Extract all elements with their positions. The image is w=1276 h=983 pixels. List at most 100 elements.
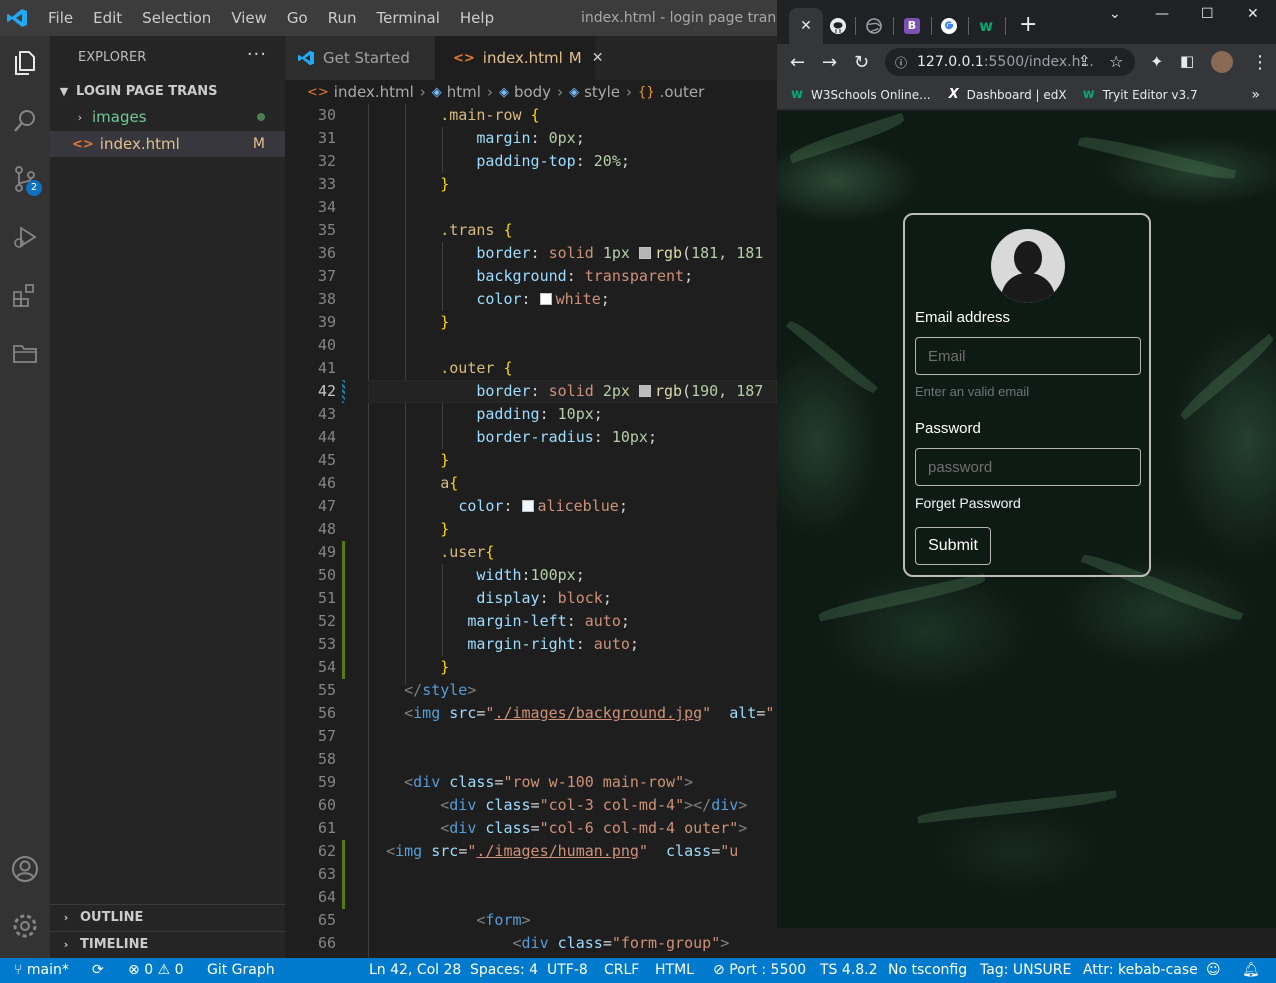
git-graph-button[interactable]: Git Graph xyxy=(207,958,275,983)
workspace-name: LOGIN PAGE TRANS xyxy=(76,83,218,99)
tag-case-status[interactable]: Tag: UNSURE xyxy=(980,958,1071,983)
menu-selection[interactable]: Selection xyxy=(132,0,221,36)
bookmark-edx[interactable]: X Dashboard | edX xyxy=(949,87,1067,102)
menu-help[interactable]: Help xyxy=(450,0,504,36)
extensions-puzzle-icon[interactable]: ✦ xyxy=(1150,52,1163,71)
code-line: 51 display: block; xyxy=(317,589,612,607)
code-line: 52 margin-left: auto; xyxy=(317,612,630,630)
breadcrumb-item-style[interactable]: style xyxy=(584,83,620,101)
sync-icon[interactable]: ⟳ xyxy=(92,958,104,983)
menu-edit[interactable]: Edit xyxy=(83,0,132,36)
forward-arrow-icon[interactable]: → xyxy=(822,52,837,73)
tab-index-html[interactable]: <> index.html M ✕ xyxy=(435,36,603,80)
tree-item-images-folder[interactable]: › images xyxy=(50,104,285,130)
w3schools-icon[interactable]: w xyxy=(976,16,996,36)
maximize-icon[interactable]: ☐ xyxy=(1201,6,1214,22)
menu-run[interactable]: Run xyxy=(318,0,367,36)
tab-modified-status: M xyxy=(568,49,582,67)
branch-name: main* xyxy=(26,962,69,978)
notifications-bell-icon[interactable]: 🔔︎ xyxy=(1242,958,1260,983)
breadcrumb-item-file[interactable]: index.html xyxy=(334,83,414,101)
tree-item-index-html[interactable]: <> index.html M xyxy=(50,131,285,157)
breadcrumb-item-body[interactable]: body xyxy=(514,83,551,101)
close-window-icon[interactable]: ✕ xyxy=(1247,6,1259,22)
language-mode[interactable]: HTML xyxy=(655,958,694,983)
code-line: 59 <div class="row w-100 main-row"> xyxy=(317,773,694,791)
email-input[interactable] xyxy=(915,337,1141,375)
menu-view[interactable]: View xyxy=(221,0,277,36)
branch-status[interactable]: ⑂ main* xyxy=(14,958,69,983)
source-control-icon[interactable]: 2 xyxy=(8,162,42,196)
tsconfig-status[interactable]: No tsconfig xyxy=(888,958,967,983)
color-swatch[interactable] xyxy=(638,247,651,259)
code-line: 35 .trans { xyxy=(317,221,513,239)
breadcrumb: <> index.html › ◈ html › ◈ body › ◈ styl… xyxy=(285,80,777,104)
address-bar[interactable]: ⓘ 127.0.0.1:5500/index.h... xyxy=(885,48,1135,76)
warning-count: 0 xyxy=(174,962,184,978)
background-leaf xyxy=(786,317,878,397)
back-arrow-icon[interactable]: ← xyxy=(790,52,805,73)
share-icon[interactable]: ⇪ xyxy=(1078,52,1091,70)
close-tab-icon[interactable]: ✕ xyxy=(800,18,812,34)
more-actions-icon[interactable]: ··· xyxy=(247,44,267,65)
password-input[interactable] xyxy=(915,448,1141,486)
cursor-position[interactable]: Ln 42, Col 28 xyxy=(369,958,461,983)
accounts-icon[interactable] xyxy=(8,852,42,886)
run-debug-icon[interactable] xyxy=(8,220,42,254)
bookmark-label: Dashboard | edX xyxy=(966,87,1067,102)
more-bookmarks-icon[interactable]: » xyxy=(1251,87,1260,103)
modified-dot-icon xyxy=(257,113,265,121)
browser-tab-active[interactable]: ✕ xyxy=(789,8,823,44)
bookmark-star-icon[interactable]: ☆ xyxy=(1109,52,1123,71)
feedback-icon[interactable]: ☺ xyxy=(1206,958,1221,983)
settings-gear-icon[interactable] xyxy=(8,909,42,943)
chevron-right-icon: › xyxy=(486,83,493,101)
info-icon[interactable]: ⓘ xyxy=(895,54,907,71)
typescript-version[interactable]: TS 4.8.2 xyxy=(820,958,878,983)
google-icon[interactable] xyxy=(939,16,959,36)
problems-status[interactable]: ⊗ 0 ⚠ 0 xyxy=(128,958,184,983)
breadcrumb-item-outer[interactable]: .outer xyxy=(660,83,705,101)
w3schools-icon: w xyxy=(1082,87,1095,102)
color-swatch[interactable] xyxy=(521,500,534,512)
outline-section[interactable]: › OUTLINE xyxy=(50,904,285,930)
new-tab-icon[interactable]: + xyxy=(1019,12,1037,37)
kebab-menu-icon[interactable]: ⋮ xyxy=(1251,52,1269,73)
color-swatch[interactable] xyxy=(539,293,552,305)
bookmark-w3schools[interactable]: w W3Schools Online... xyxy=(791,87,931,102)
explorer-icon[interactable] xyxy=(8,46,42,80)
indentation-status[interactable]: Spaces: 4 xyxy=(470,958,538,983)
live-server-status[interactable]: ⊘ Port : 5500 xyxy=(713,958,806,983)
menu-file[interactable]: File xyxy=(38,0,83,36)
workspace-section-header[interactable]: ▼ LOGIN PAGE TRANS xyxy=(56,80,285,102)
code-line: 62 <img src="./images/human.png" class="… xyxy=(317,842,739,860)
bootstrap-icon[interactable]: B xyxy=(902,16,922,36)
code-line: 53 margin-right: auto; xyxy=(317,635,639,653)
menu-go[interactable]: Go xyxy=(277,0,318,36)
profile-avatar[interactable] xyxy=(1211,51,1233,73)
chevron-right-icon: › xyxy=(557,83,564,101)
tab-get-started[interactable]: Get Started xyxy=(285,36,435,80)
forget-password-link[interactable]: Forget Password xyxy=(915,495,1021,511)
search-icon[interactable] xyxy=(8,104,42,138)
github-icon[interactable] xyxy=(828,16,848,36)
submit-button[interactable]: Submit xyxy=(915,527,991,565)
close-tab-icon[interactable]: ✕ xyxy=(592,50,604,66)
menu-terminal[interactable]: Terminal xyxy=(367,0,450,36)
remote-explorer-icon[interactable] xyxy=(8,336,42,370)
encoding-status[interactable]: UTF-8 xyxy=(547,958,588,983)
breadcrumb-item-html[interactable]: html xyxy=(447,83,481,101)
tab-search-icon[interactable]: ⌄ xyxy=(1109,6,1121,22)
bookmark-tryit[interactable]: w Tryit Editor v3.7 xyxy=(1083,87,1198,102)
eol-status[interactable]: CRLF xyxy=(604,958,639,983)
side-panel-icon[interactable]: ◧ xyxy=(1180,52,1194,70)
tab-label: index.html xyxy=(482,49,563,67)
attr-case-status[interactable]: Attr: kebab-case xyxy=(1083,958,1198,983)
code-editor[interactable]: 30 .main-row { 31 margin: 0px; 32 paddin… xyxy=(285,104,777,958)
minimize-icon[interactable]: — xyxy=(1155,6,1169,22)
reload-icon[interactable]: ↻ xyxy=(854,52,869,73)
globe-icon[interactable] xyxy=(864,16,884,36)
extensions-icon[interactable] xyxy=(8,278,42,312)
timeline-section[interactable]: › TIMELINE xyxy=(50,931,285,957)
color-swatch[interactable] xyxy=(638,385,651,397)
